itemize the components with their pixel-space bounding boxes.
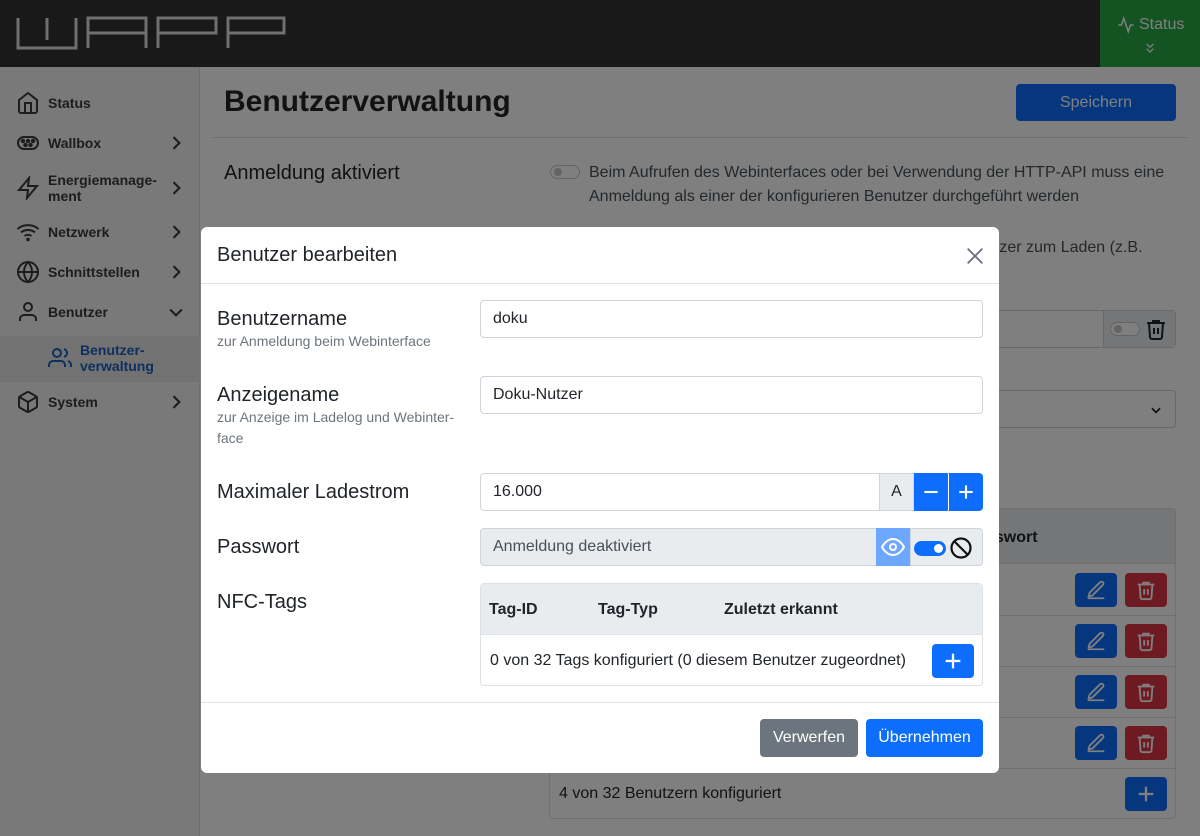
- username-input[interactable]: [480, 300, 983, 338]
- increment-button[interactable]: [949, 473, 983, 511]
- max-current-stepper: A: [480, 473, 983, 511]
- add-nfc-tag-button[interactable]: [932, 644, 974, 678]
- minus-icon: [924, 490, 938, 494]
- modal-title: Benutzer bearbeiten: [217, 244, 398, 266]
- nfc-table-footer: 0 von 32 Tags konfiguriert (0 diesem Ben…: [490, 652, 906, 669]
- show-password-button[interactable]: [876, 528, 910, 566]
- decrement-button[interactable]: [914, 473, 948, 511]
- max-current-label: Maximaler Ladestrom: [217, 481, 410, 503]
- username-label: Benutzername: [217, 308, 348, 330]
- password-label: Passwort: [217, 536, 300, 558]
- nfc-tags-table: Tag-ID Tag-Typ Zuletzt erkannt 0 von 32 …: [480, 583, 983, 686]
- discard-button[interactable]: Verwerfen: [760, 719, 858, 757]
- close-icon[interactable]: [964, 245, 986, 267]
- plus-icon: [959, 485, 973, 499]
- password-group: [480, 528, 983, 566]
- edit-user-modal: Benutzer bearbeiten Benutzername zur Anm…: [201, 227, 999, 773]
- displayname-label: Anzeigename: [217, 384, 340, 406]
- eye-icon: [881, 537, 905, 557]
- nfc-tags-label: NFC-Tags: [217, 591, 308, 613]
- displayname-help: zur Anzeige im Ladelog und Webinter- fac…: [217, 409, 455, 446]
- max-current-input[interactable]: [480, 473, 880, 511]
- nfc-table-header: Tag-ID Tag-Typ Zuletzt erkannt: [481, 584, 982, 635]
- column-last-seen: Zuletzt erkannt: [724, 601, 838, 618]
- clear-password-icon[interactable]: [949, 536, 973, 560]
- modal-footer: Verwerfen Übernehmen: [201, 702, 999, 773]
- modal-header: Benutzer bearbeiten: [201, 227, 999, 284]
- password-input[interactable]: [480, 528, 877, 566]
- current-unit: A: [879, 473, 914, 511]
- apply-button[interactable]: Übernehmen: [866, 719, 983, 757]
- password-toggle[interactable]: [914, 541, 946, 556]
- password-addon: [910, 528, 983, 566]
- username-help: zur Anmeldung beim Webinterface: [217, 333, 431, 349]
- displayname-input[interactable]: [480, 376, 983, 414]
- plus-icon: [945, 653, 961, 669]
- column-tag-id: Tag-ID: [489, 601, 538, 618]
- column-tag-type: Tag-Typ: [598, 601, 658, 618]
